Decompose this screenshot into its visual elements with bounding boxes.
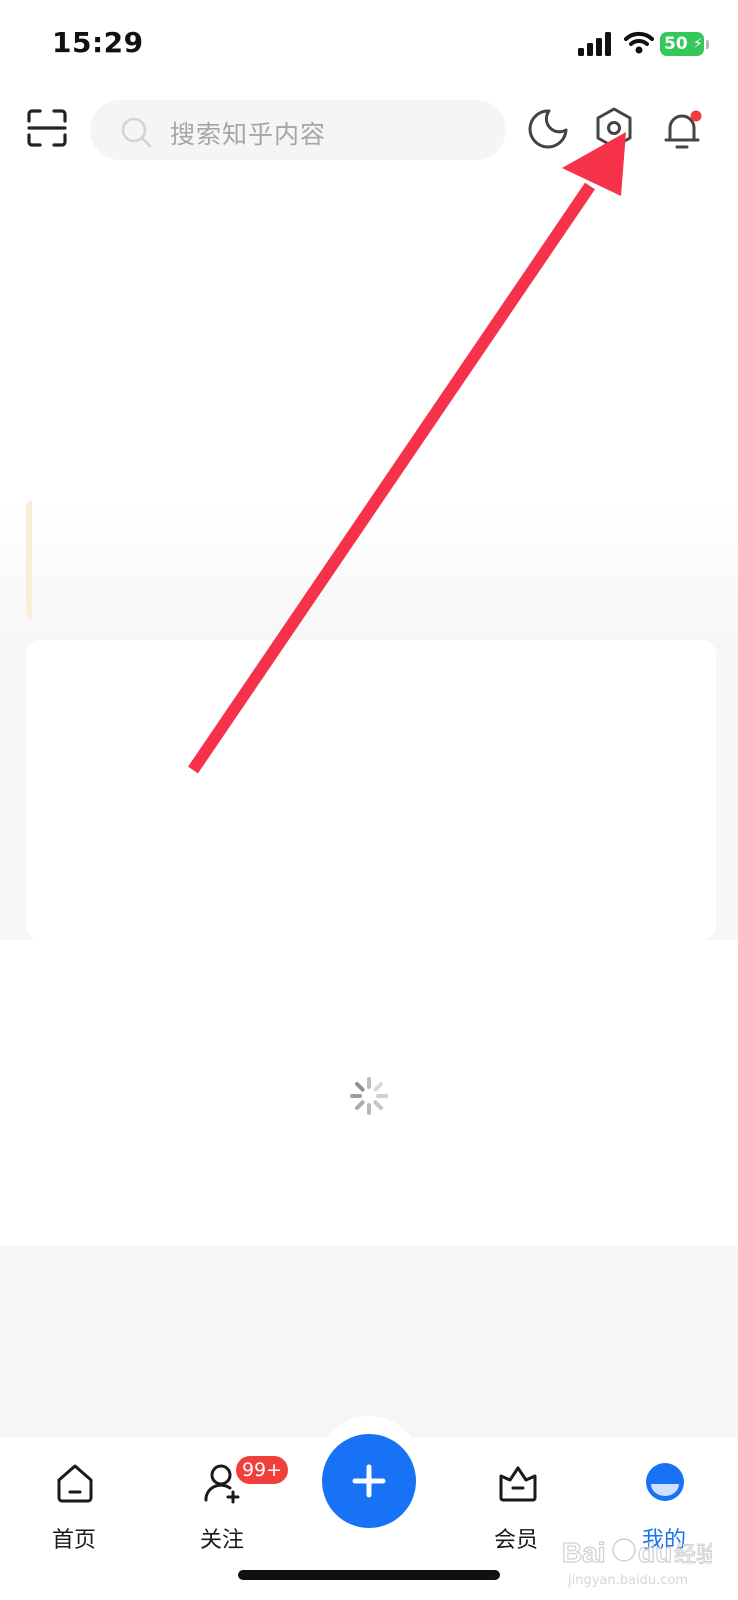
scan-icon[interactable]	[26, 108, 68, 148]
promo-card-edge	[26, 500, 32, 620]
status-time: 15:29	[52, 26, 144, 59]
empty-feed-region	[0, 1246, 738, 1442]
settings-icon[interactable]	[594, 106, 634, 150]
svg-text:Bai: Bai	[562, 1537, 606, 1568]
bell-icon[interactable]	[662, 106, 706, 152]
svg-text:经验: 经验	[674, 1543, 712, 1568]
cellular-signal-icon	[578, 32, 611, 56]
profile-card	[26, 640, 716, 940]
moon-icon[interactable]	[527, 108, 569, 150]
tab-vip[interactable]: 会员	[466, 1452, 566, 1553]
crown-icon	[499, 1466, 537, 1502]
top-bar: 搜索知乎内容	[0, 96, 738, 164]
follow-badge: 99+	[234, 1454, 290, 1486]
notification-dot	[690, 110, 702, 122]
status-bar: 15:29 50 ⚡	[0, 0, 738, 90]
content-area	[0, 500, 738, 940]
publish-button[interactable]	[322, 1434, 416, 1528]
avatar-icon	[646, 1463, 684, 1501]
baidu-jingyan-watermark: Bai du 经验 jingyan.baidu.com	[562, 1536, 712, 1588]
tab-follow-label: 关注	[199, 1528, 244, 1553]
tab-home[interactable]: 首页	[24, 1452, 124, 1553]
search-icon	[121, 117, 152, 148]
battery-indicator: 50 ⚡	[660, 32, 710, 56]
svg-text:jingyan.baidu.com: jingyan.baidu.com	[567, 1573, 688, 1588]
search-placeholder: 搜索知乎内容	[170, 120, 327, 149]
plus-icon	[352, 1464, 386, 1498]
battery-cap	[706, 40, 709, 49]
home-indicator	[238, 1570, 500, 1580]
tab-vip-label: 会员	[493, 1528, 538, 1553]
loading-spinner-icon	[350, 1077, 388, 1115]
wifi-icon	[624, 31, 654, 54]
battery-level: 50	[664, 34, 688, 54]
charging-bolt-icon: ⚡	[693, 36, 703, 52]
search-input[interactable]: 搜索知乎内容	[90, 100, 506, 160]
home-icon	[57, 1464, 93, 1503]
tab-home-label: 首页	[51, 1528, 96, 1553]
svg-text:du: du	[638, 1537, 672, 1568]
